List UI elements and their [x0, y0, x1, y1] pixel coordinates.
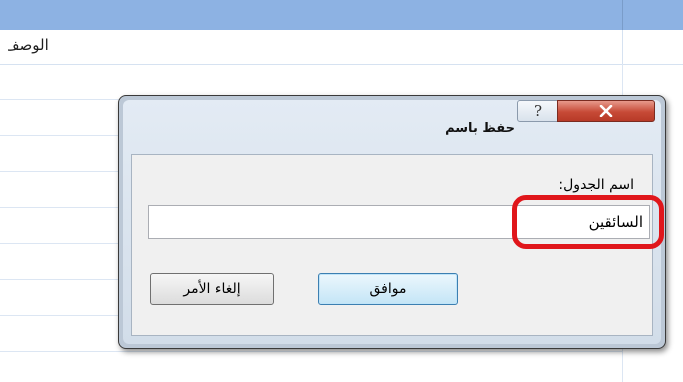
help-button[interactable]: ?	[517, 100, 559, 122]
table-header-row: الوصف	[0, 30, 683, 65]
dialog-title: حفظ باسم	[445, 121, 515, 136]
annotation-highlight	[512, 195, 664, 249]
column-divider	[622, 30, 623, 64]
cancel-button[interactable]: إلغاء الأمر	[150, 273, 274, 305]
column-divider	[622, 0, 623, 30]
table-name-label: اسم الجدول:	[558, 177, 634, 193]
save-as-dialog: ? حفظ باسم اسم الجدول: موافق إلغاء الأمر	[118, 95, 666, 349]
dialog-content-panel: اسم الجدول: موافق إلغاء الأمر	[131, 154, 664, 336]
close-button[interactable]	[557, 100, 655, 122]
ok-button[interactable]: موافق	[318, 273, 458, 305]
close-icon	[599, 105, 613, 117]
help-icon: ?	[533, 102, 543, 120]
table-row[interactable]	[0, 351, 622, 352]
table-top-bar	[0, 0, 683, 30]
column-header-description[interactable]: الوصف	[8, 36, 49, 54]
